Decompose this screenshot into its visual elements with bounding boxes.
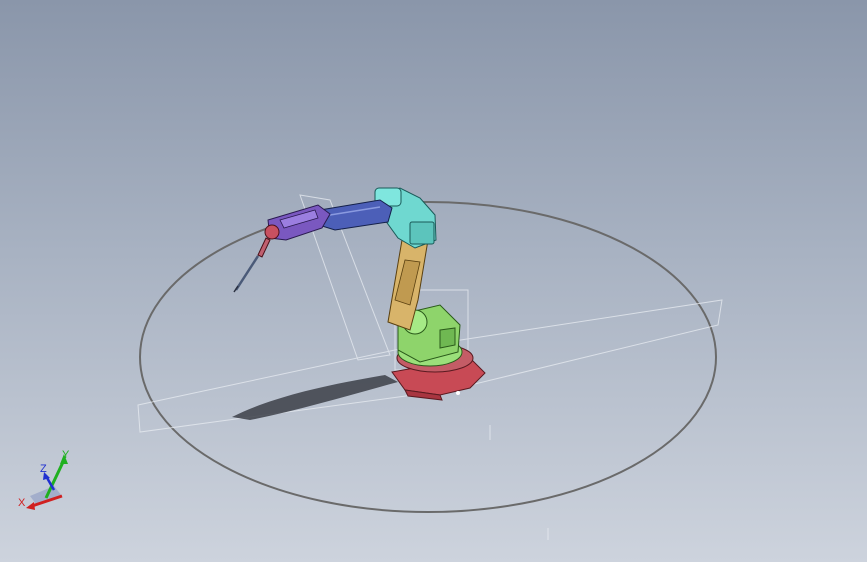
robot-upper-arm[interactable] xyxy=(319,199,393,231)
x-axis-arrow xyxy=(26,502,35,510)
model-scene[interactable] xyxy=(0,0,867,562)
3d-viewport[interactable]: X Y Z xyxy=(0,0,867,562)
y-axis-label: Y xyxy=(62,449,70,461)
shoulder-pivot-marker xyxy=(456,391,460,395)
robot-shadow xyxy=(232,375,398,420)
welding-torch[interactable] xyxy=(233,224,280,293)
x-axis-label: X xyxy=(18,497,26,509)
orientation-triad: X Y Z xyxy=(18,449,70,510)
z-axis-label: Z xyxy=(40,463,47,475)
